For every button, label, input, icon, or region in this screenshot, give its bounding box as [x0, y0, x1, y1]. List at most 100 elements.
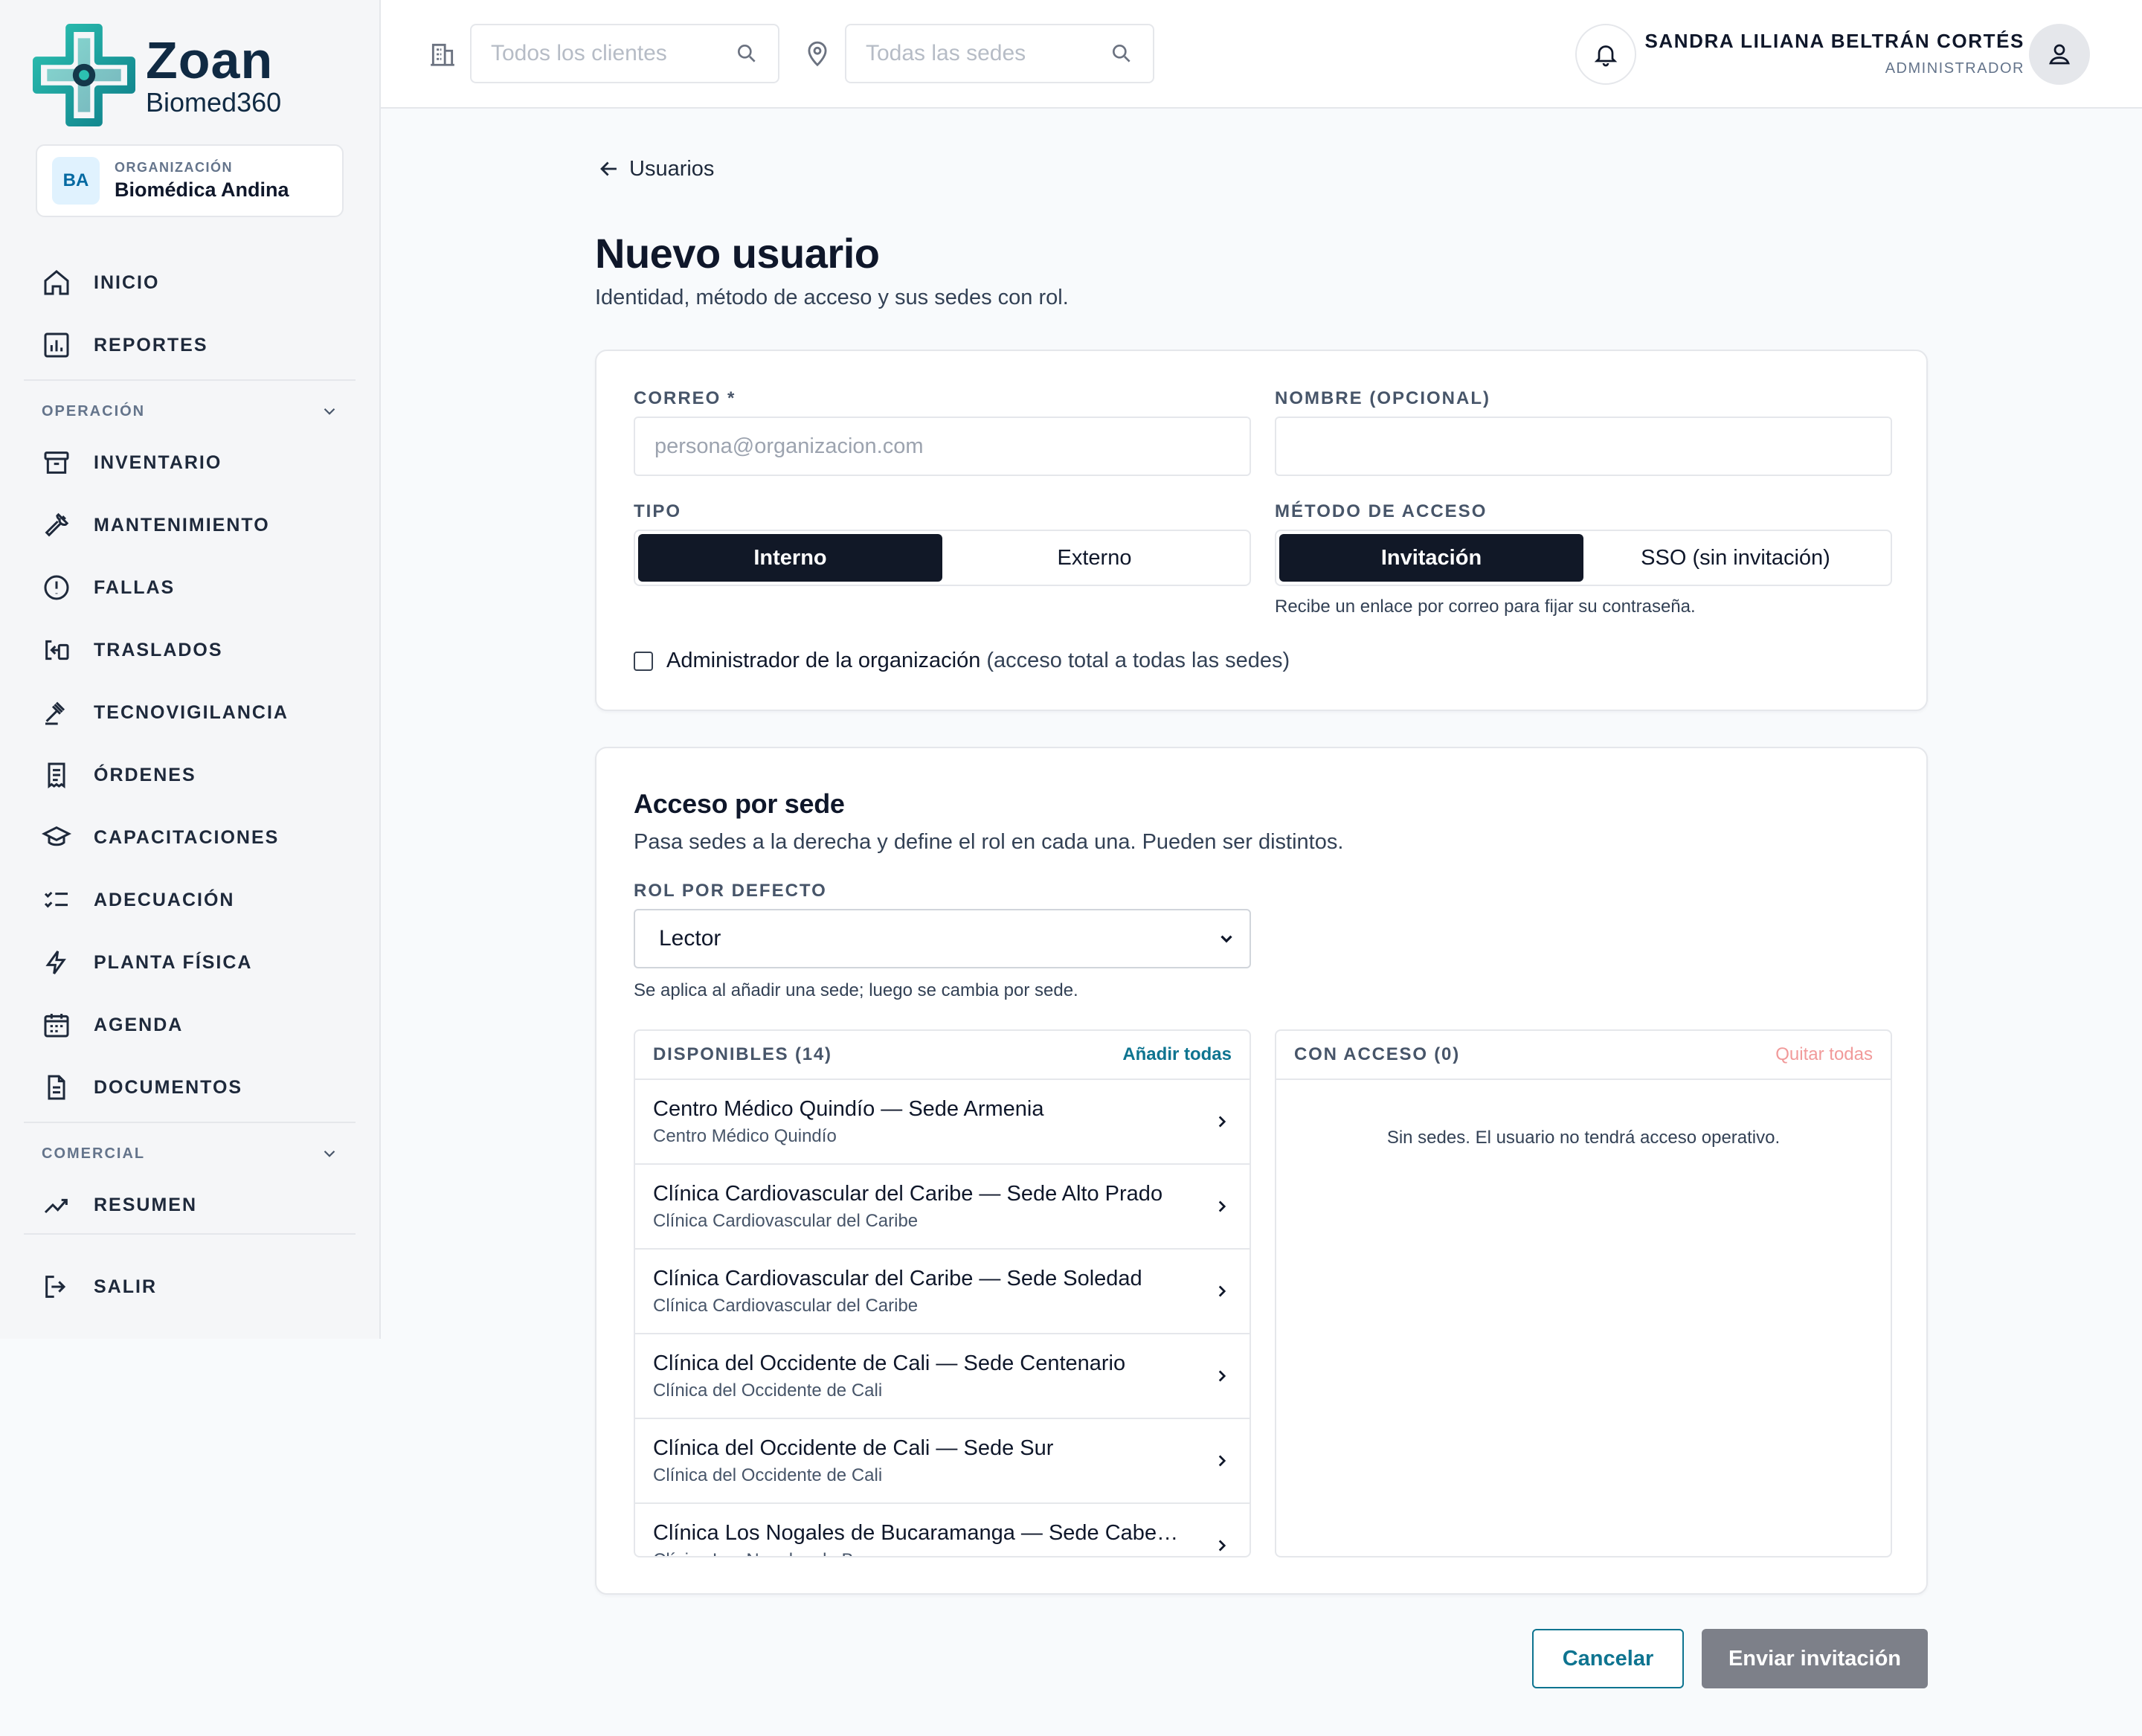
sidebar-section-operacion[interactable]: OPERACIÓN [42, 402, 339, 421]
back-to-users-link[interactable]: Usuarios [596, 156, 714, 181]
sidebar-item-inventario[interactable]: INVENTARIO [42, 442, 222, 483]
avatar[interactable] [2029, 24, 2090, 85]
clients-search-input[interactable] [491, 41, 714, 66]
type-option-interno[interactable]: Interno [638, 534, 942, 582]
trend-icon [44, 1198, 68, 1214]
sidebar-item-resumen[interactable]: RESUMEN [42, 1184, 197, 1226]
calendar-icon [44, 1014, 69, 1038]
organization-card[interactable]: BA ORGANIZACIÓN Biomédica Andina [36, 144, 344, 217]
chevron-right-icon[interactable] [1212, 1197, 1232, 1216]
bolt-icon [45, 951, 66, 974]
granted-sites-header: CON ACCESO (0) Quitar todas [1276, 1031, 1891, 1080]
sidebar-item-inicio[interactable]: INICIO [42, 262, 159, 303]
available-site-row[interactable]: Clínica del Occidente de Cali — Sede Sur… [635, 1419, 1250, 1504]
type-option-externo[interactable]: Externo [942, 534, 1247, 582]
sidebar-section-comercial[interactable]: COMERCIAL [42, 1144, 339, 1163]
site-row-text: Clínica del Occidente de Cali — Sede Sur… [653, 1436, 1053, 1486]
default-role-select[interactable]: Lector [634, 909, 1251, 968]
type-toggle: Interno Externo [634, 530, 1251, 586]
search-icon[interactable] [735, 42, 759, 65]
back-link-label: Usuarios [629, 156, 715, 181]
sites-search[interactable] [845, 24, 1154, 83]
chevron-right-icon[interactable] [1212, 1366, 1232, 1386]
available-site-row[interactable]: Clínica del Occidente de Cali — Sede Cen… [635, 1334, 1250, 1419]
org-admin-checkbox[interactable] [634, 651, 653, 671]
identity-card: CORREO * NOMBRE (OPCIONAL) TIPO Interno … [595, 350, 1928, 711]
chevron-right-icon[interactable] [1212, 1536, 1232, 1555]
send-invitation-button[interactable]: Enviar invitación [1702, 1629, 1928, 1688]
organization-label: ORGANIZACIÓN [115, 160, 233, 175]
org-admin-label: Administrador de la organización [666, 649, 981, 672]
sidebar-item-mantenimiento[interactable]: MANTENIMIENTO [42, 504, 270, 546]
chevron-right-icon[interactable] [1212, 1451, 1232, 1470]
sidebar-item-planta-fisica[interactable]: PLANTA FÍSICA [42, 942, 253, 983]
cancel-button[interactable]: Cancelar [1532, 1629, 1684, 1688]
clients-search[interactable] [470, 24, 779, 83]
sidebar-divider [24, 1233, 356, 1235]
site-row-organization: Clínica del Occidente de Cali [653, 1380, 883, 1401]
org-admin-checkbox-row[interactable]: Administrador de la organización (acceso… [634, 649, 1290, 673]
sites-search-input[interactable] [866, 41, 1089, 66]
arrow-left-icon [600, 161, 617, 176]
sidebar-item-agenda[interactable]: AGENDA [42, 1004, 183, 1046]
default-role-label: ROL POR DEFECTO [634, 881, 827, 901]
sidebar-item-label: ÓRDENES [94, 764, 196, 785]
checklist-icon [44, 891, 68, 908]
top-bar: SANDRA LILIANA BELTRÁN CORTÉS ADMINISTRA… [381, 0, 2142, 109]
sidebar-item-salir[interactable]: SALIR [42, 1266, 157, 1308]
granted-sites-empty-message: Sin sedes. El usuario no tendrá acceso o… [1386, 1128, 1781, 1148]
access-option-sso[interactable]: SSO (sin invitación) [1583, 534, 1888, 582]
available-site-row[interactable]: Centro Médico Quindío — Sede Armenia Cent… [635, 1080, 1250, 1165]
sidebar-item-fallas[interactable]: FALLAS [42, 567, 175, 608]
site-row-text: Clínica del Occidente de Cali — Sede Cen… [653, 1351, 1125, 1401]
site-access-title: Acceso por sede [634, 788, 845, 819]
remove-all-button[interactable]: Quitar todas [1775, 1044, 1873, 1065]
archive-icon [44, 451, 69, 474]
user-role: ADMINISTRADOR [1885, 60, 2024, 77]
sidebar-item-ordenes[interactable]: ÓRDENES [42, 754, 196, 796]
brand-title: Zoan [146, 31, 274, 89]
search-icon[interactable] [1110, 42, 1133, 65]
sidebar-item-traslados[interactable]: TRASLADOS [42, 629, 223, 671]
site-row-text: Clínica Cardiovascular del Caribe — Sede… [653, 1267, 1142, 1317]
available-sites-list: Centro Médico Quindío — Sede Armenia Cent… [635, 1080, 1250, 1556]
chevron-right-icon[interactable] [1212, 1282, 1232, 1301]
site-row-text: Centro Médico Quindío — Sede Armenia Cent… [653, 1097, 1044, 1147]
chevron-down-icon [324, 1150, 335, 1157]
access-option-invitacion[interactable]: Invitación [1279, 534, 1583, 582]
sidebar-item-label: DOCUMENTOS [94, 1076, 243, 1098]
sidebar-item-label: REPORTES [94, 334, 208, 356]
available-site-row[interactable]: Clínica Los Nogales de Bucaramanga — Sed… [635, 1504, 1250, 1556]
graduation-icon [42, 826, 71, 846]
add-all-button[interactable]: Añadir todas [1122, 1044, 1232, 1065]
section-label: OPERACIÓN [42, 402, 146, 419]
chevron-right-icon[interactable] [1212, 1112, 1232, 1131]
granted-sites-label: CON ACCESO (0) [1294, 1044, 1460, 1064]
sidebar-item-capacitaciones[interactable]: CAPACITACIONES [42, 817, 279, 858]
receipt-icon [48, 762, 65, 788]
sidebar-item-reportes[interactable]: REPORTES [42, 324, 208, 366]
email-field[interactable] [634, 417, 1251, 476]
notifications-button[interactable] [1575, 24, 1636, 85]
organization-badge: BA [52, 157, 100, 205]
brand-logo[interactable]: Zoan Biomed360 [33, 24, 281, 126]
sidebar-item-tecnovigilancia[interactable]: TECNOVIGILANCIA [42, 692, 289, 733]
sidebar-item-documentos[interactable]: DOCUMENTOS [42, 1067, 242, 1108]
available-site-row[interactable]: Clínica Cardiovascular del Caribe — Sede… [635, 1165, 1250, 1250]
site-access-card: Acceso por sede Pasa sedes a la derecha … [595, 747, 1928, 1595]
bell-icon [1594, 45, 1618, 67]
sidebar-divider [24, 379, 356, 381]
available-site-row[interactable]: Clínica Cardiovascular del Caribe — Sede… [635, 1250, 1250, 1334]
available-sites-header: DISPONIBLES (14) Añadir todas [635, 1031, 1250, 1080]
name-field[interactable] [1275, 417, 1892, 476]
chevron-down-icon [324, 408, 335, 415]
org-admin-note: (acceso total a todas las sedes) [986, 649, 1290, 672]
sidebar-item-adecuacion[interactable]: ADECUACIÓN [42, 879, 234, 921]
name-label: NOMBRE (OPCIONAL) [1275, 388, 1490, 408]
page-title: Nuevo usuario [595, 230, 880, 277]
sidebar-divider [24, 1122, 356, 1123]
sidebar-item-label: MANTENIMIENTO [94, 514, 270, 536]
user-name: SANDRA LILIANA BELTRÁN CORTÉS [1644, 30, 2024, 52]
sidebar-item-label: INICIO [94, 271, 160, 293]
page-subtitle: Identidad, método de acceso y sus sedes … [595, 286, 1069, 309]
